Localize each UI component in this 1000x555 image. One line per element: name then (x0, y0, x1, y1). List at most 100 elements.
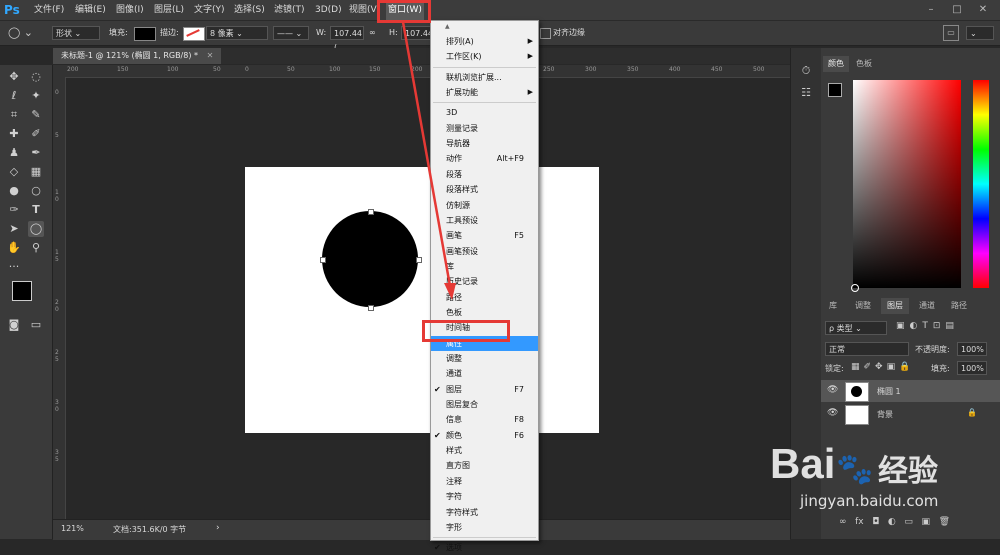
tab-close-icon[interactable]: ✕ (207, 51, 214, 60)
window-menu-item[interactable]: 样式 (431, 443, 538, 458)
layer-name[interactable]: 椭圆 1 (877, 386, 901, 397)
align-edges-checkbox[interactable] (540, 28, 551, 39)
window-menu-item[interactable]: 画笔预设 (431, 244, 538, 259)
tab-swatches[interactable]: 色板 (851, 56, 877, 72)
window-menu-item[interactable]: ✔ 图层 F7 (431, 382, 538, 397)
window-menu-item[interactable]: 画笔 F5 (431, 228, 538, 243)
color-fg-swatch[interactable] (828, 83, 842, 97)
move-tool-icon[interactable]: ✥ (6, 69, 22, 85)
fill-swatch[interactable] (134, 27, 156, 41)
window-menu-item[interactable]: 字符 (431, 489, 538, 504)
stroke-type-select[interactable]: —— ⌄ (273, 26, 309, 40)
menu-layer[interactable]: 图层(L) (152, 0, 186, 20)
screen-mode-icon[interactable]: ▭ (28, 317, 44, 333)
window-menu-item[interactable]: 字形 (431, 520, 538, 535)
tab-libraries[interactable]: 库 (823, 298, 843, 314)
blend-mode-select[interactable]: 正常 (825, 342, 909, 356)
blur-tool-icon[interactable]: ● (6, 183, 22, 199)
layer-filter-select[interactable]: ρ 类型 ⌄ (825, 321, 887, 335)
healing-brush-icon[interactable]: ✚ (6, 126, 22, 142)
window-menu-item[interactable]: 工具预设 (431, 213, 538, 228)
window-menu-item[interactable]: 调整 (431, 351, 538, 366)
eyedropper-icon[interactable]: ✎ (28, 107, 44, 123)
ellipse-shape[interactable] (322, 211, 418, 307)
window-menu-item[interactable]: 图层复合 (431, 397, 538, 412)
ellipse-tool-preset-icon[interactable]: ◯ ⌄ (8, 25, 38, 41)
window-menu-item[interactable]: 色板 (431, 305, 538, 320)
marquee-tool-icon[interactable]: ◌ (28, 69, 44, 85)
hue-slider[interactable] (973, 80, 989, 288)
zoom-level[interactable]: 121% (61, 524, 84, 533)
stroke-size-input[interactable]: 8 像素 ⌄ (206, 26, 268, 40)
menu-file[interactable]: 文件(F) (32, 0, 66, 20)
eraser-tool-icon[interactable]: ◇ (6, 164, 22, 180)
height-input[interactable]: 107.44 (401, 26, 433, 40)
window-menu-item[interactable]: 测量记录 (431, 121, 538, 136)
workspace-select[interactable]: ⌄ (966, 26, 994, 40)
window-menu-item[interactable]: ✔ 颜色 F6 (431, 428, 538, 443)
menu-image[interactable]: 图像(I) (114, 0, 146, 20)
more-tools-icon[interactable]: ··· (6, 259, 22, 275)
pen-tool-icon[interactable]: ✑ (6, 202, 22, 218)
layer-filter-icons[interactable]: ▣◐T⊡▤ (896, 321, 996, 335)
visibility-eye-icon[interactable]: 👁 (827, 385, 838, 395)
menu-filter[interactable]: 滤镜(T) (272, 0, 307, 20)
minimize-icon[interactable]: – (924, 3, 938, 17)
tab-adjustments[interactable]: 调整 (849, 298, 877, 314)
foreground-color-swatch[interactable] (12, 281, 32, 301)
window-menu-item[interactable]: 仿制源 (431, 198, 538, 213)
gradient-tool-icon[interactable]: ▦ (28, 164, 44, 180)
lock-icons[interactable]: ▦✐✥▣🔒 (851, 362, 914, 372)
link-icon[interactable]: ∞ (369, 26, 376, 40)
window-menu-item[interactable]: 段落 (431, 167, 538, 182)
properties-panel-icon[interactable]: ☷ (796, 86, 816, 102)
anchor-point[interactable] (368, 209, 374, 215)
history-brush-icon[interactable]: ✒ (28, 145, 44, 161)
window-menu-item[interactable]: 通道 (431, 366, 538, 381)
window-menu-item[interactable]: 3D (431, 105, 538, 120)
hand-tool-icon[interactable]: ✋ (6, 240, 22, 256)
layer-row-ellipse[interactable]: 👁 椭圆 1 (821, 380, 1000, 402)
menu-view[interactable]: 视图(V (347, 0, 379, 20)
crop-tool-icon[interactable]: ⌗ (6, 107, 22, 123)
zoom-tool-icon[interactable]: ⚲ (28, 240, 44, 256)
path-selection-icon[interactable]: ➤ (6, 221, 22, 237)
window-menu-item[interactable]: ✔ 选项 (431, 540, 538, 555)
visibility-eye-icon[interactable]: 👁 (827, 408, 838, 418)
shape-mode-select[interactable]: 形状 ⌄ (52, 26, 100, 40)
clone-stamp-icon[interactable]: ♟ (6, 145, 22, 161)
window-menu-item[interactable]: 库 (431, 259, 538, 274)
tab-layers[interactable]: 图层 (881, 298, 909, 314)
workspace-icon[interactable]: ▭ (943, 25, 959, 41)
close-icon[interactable]: ✕ (976, 3, 990, 17)
window-menu-item[interactable]: 工作区(K) ▶ (431, 49, 538, 64)
tab-color[interactable]: 颜色 (823, 56, 849, 72)
menu-scroll-up-icon[interactable]: ▲ (445, 23, 450, 30)
anchor-point[interactable] (416, 257, 422, 263)
menu-select[interactable]: 选择(S) (232, 0, 267, 20)
quick-mask-icon[interactable]: ◙ (6, 317, 22, 333)
window-menu-item[interactable]: 联机浏览扩展... (431, 70, 538, 85)
document-canvas[interactable] (245, 167, 599, 433)
menu-3d[interactable]: 3D(D) (313, 0, 344, 20)
status-arrow-icon[interactable]: › (216, 523, 220, 533)
window-menu-item[interactable]: 扩展功能 ▶ (431, 85, 538, 100)
tab-paths[interactable]: 路径 (945, 298, 973, 314)
window-menu-item[interactable]: 信息 F8 (431, 412, 538, 427)
menu-type[interactable]: 文字(Y) (192, 0, 227, 20)
width-input[interactable]: 107.44 ( (330, 26, 364, 52)
brush-tool-icon[interactable]: ✐ (28, 126, 44, 142)
layer-name[interactable]: 背景 (877, 409, 893, 420)
window-menu-item[interactable]: 动作 Alt+F9 (431, 151, 538, 166)
type-tool-icon[interactable]: T (28, 202, 44, 218)
menu-edit[interactable]: 编辑(E) (73, 0, 108, 20)
window-menu-item[interactable]: 注释 (431, 474, 538, 489)
lasso-tool-icon[interactable]: ℓ (6, 88, 22, 104)
tab-channels[interactable]: 通道 (913, 298, 941, 314)
layer-row-background[interactable]: 👁 背景 🔒 (821, 403, 1000, 425)
fill-input[interactable]: 100% (957, 361, 987, 375)
window-menu-item[interactable]: 排列(A) ▶ (431, 34, 538, 49)
color-picker-field[interactable] (853, 80, 961, 288)
dodge-tool-icon[interactable]: ○ (28, 183, 44, 199)
maximize-icon[interactable]: □ (950, 3, 964, 17)
